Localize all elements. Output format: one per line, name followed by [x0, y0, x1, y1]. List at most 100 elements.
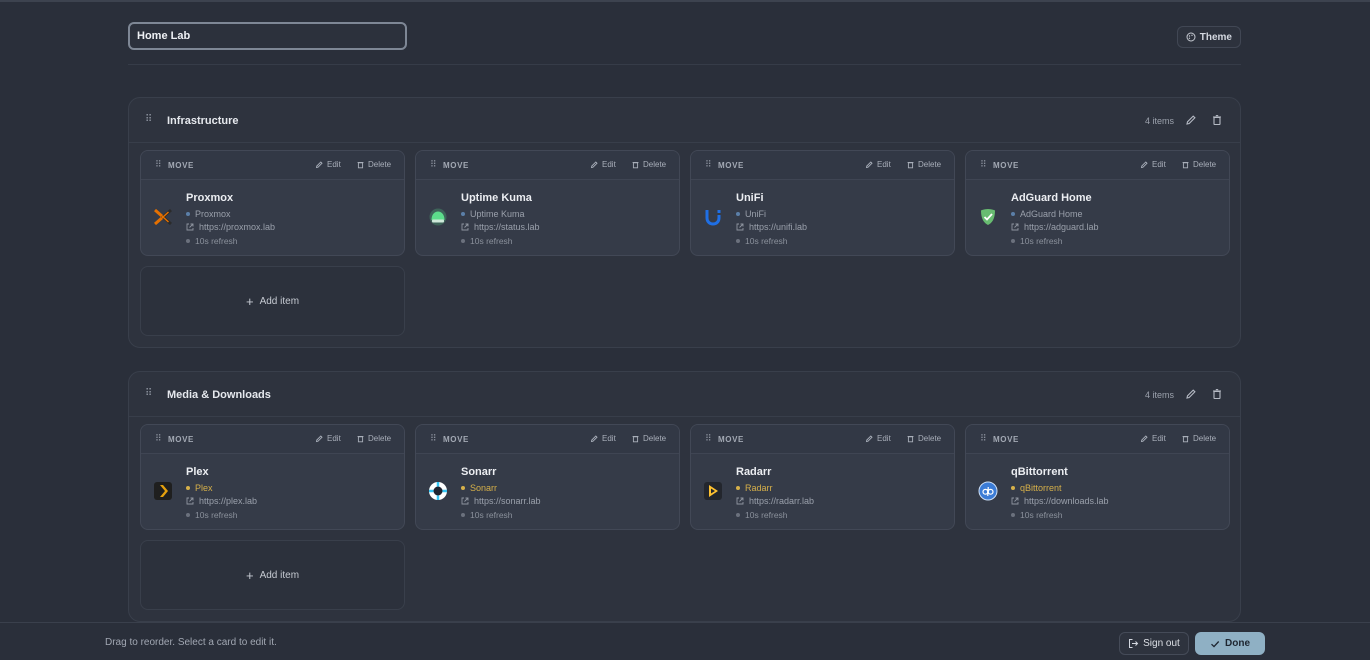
edit-section-icon[interactable] — [1184, 113, 1198, 127]
sign-out-button[interactable]: Sign out — [1119, 632, 1189, 655]
item-card-adguard-home[interactable]: ⠿ MOVE Edit Delete AdGuard Home AdGuard … — [965, 150, 1230, 256]
pencil-icon — [1140, 161, 1148, 169]
delete-button[interactable]: Delete — [631, 434, 666, 443]
type-dot-icon — [736, 212, 740, 216]
item-card-sonarr[interactable]: ⠿ MOVE Edit Delete Sonarr Sonarr https:/… — [415, 424, 680, 530]
item-name: Plex — [186, 466, 209, 478]
refresh-dot-icon — [736, 513, 740, 517]
item-url[interactable]: https://status.lab — [461, 222, 540, 232]
edit-button[interactable]: Edit — [590, 160, 616, 169]
item-name: Uptime Kuma — [461, 192, 532, 204]
item-type: Proxmox — [186, 209, 231, 219]
section-header: ⠿ Infrastructure 4 items — [129, 98, 1240, 143]
trash-icon — [357, 436, 364, 443]
delete-button[interactable]: Delete — [1181, 434, 1216, 443]
type-dot-icon — [186, 212, 190, 216]
item-url[interactable]: https://sonarr.lab — [461, 496, 541, 506]
drag-handle-icon[interactable]: ⠿ — [145, 389, 152, 399]
item-url[interactable]: https://proxmox.lab — [186, 222, 275, 232]
external-link-icon — [461, 223, 469, 231]
type-dot-icon — [186, 486, 190, 490]
edit-button[interactable]: Edit — [865, 434, 891, 443]
edit-button[interactable]: Edit — [1140, 434, 1166, 443]
unifi-icon — [705, 210, 721, 226]
theme-button[interactable]: Theme — [1176, 26, 1241, 48]
trash-icon — [632, 436, 639, 443]
edit-button[interactable]: Edit — [590, 434, 616, 443]
adguard-icon — [981, 209, 995, 225]
external-link-icon — [736, 223, 744, 231]
drag-handle-icon[interactable]: ⠿ — [430, 434, 437, 443]
pencil-icon — [865, 435, 873, 443]
refresh-dot-icon — [186, 513, 190, 517]
item-refresh: 10s refresh — [736, 510, 788, 520]
section-item-count: 4 items — [1144, 390, 1174, 400]
delete-section-icon[interactable] — [1210, 113, 1224, 127]
delete-button[interactable]: Delete — [356, 434, 391, 443]
add-item-button[interactable]: + Add item — [140, 266, 405, 336]
item-name: Radarr — [736, 466, 772, 478]
item-type: Radarr — [736, 483, 773, 493]
drag-handle-icon[interactable]: ⠿ — [155, 434, 162, 443]
trash-icon — [357, 162, 364, 169]
item-url[interactable]: https://radarr.lab — [736, 496, 814, 506]
item-url[interactable]: https://adguard.lab — [1011, 222, 1099, 232]
move-label: MOVE — [993, 161, 1019, 170]
delete-button[interactable]: Delete — [1181, 160, 1216, 169]
add-item-button[interactable]: + Add item — [140, 540, 405, 610]
drag-handle-icon[interactable]: ⠿ — [980, 434, 987, 443]
delete-section-icon[interactable] — [1210, 387, 1224, 401]
item-refresh: 10s refresh — [1011, 510, 1063, 520]
move-label: MOVE — [993, 435, 1019, 444]
proxmox-icon — [154, 208, 172, 226]
delete-button[interactable]: Delete — [631, 160, 666, 169]
drag-handle-icon[interactable]: ⠿ — [705, 434, 712, 443]
item-name: UniFi — [736, 192, 764, 204]
edit-button[interactable]: Edit — [315, 160, 341, 169]
section-header: ⠿ Media & Downloads 4 items — [129, 372, 1240, 417]
dashboard-title-input[interactable] — [128, 22, 407, 50]
drag-handle-icon[interactable]: ⠿ — [980, 160, 987, 169]
done-button[interactable]: Done — [1195, 632, 1265, 655]
item-url[interactable]: https://downloads.lab — [1011, 496, 1109, 506]
external-link-icon — [186, 223, 194, 231]
delete-button[interactable]: Delete — [356, 160, 391, 169]
delete-button[interactable]: Delete — [906, 434, 941, 443]
delete-button[interactable]: Delete — [906, 160, 941, 169]
item-card-proxmox[interactable]: ⠿ MOVE Edit Delete Proxmox Proxmox https… — [140, 150, 405, 256]
section-title: Infrastructure — [167, 115, 239, 127]
card-toolbar: ⠿ MOVE Edit Delete — [416, 151, 679, 180]
drag-handle-icon[interactable]: ⠿ — [155, 160, 162, 169]
item-refresh: 10s refresh — [461, 236, 513, 246]
palette-icon — [1186, 32, 1196, 42]
edit-button[interactable]: Edit — [865, 160, 891, 169]
item-url[interactable]: https://unifi.lab — [736, 222, 807, 232]
top-bar: Theme — [128, 22, 1241, 65]
theme-button-label: Theme — [1199, 31, 1232, 43]
drag-handle-icon[interactable]: ⠿ — [705, 160, 712, 169]
edit-section-icon[interactable] — [1184, 387, 1198, 401]
pencil-icon — [590, 161, 598, 169]
external-link-icon — [186, 497, 194, 505]
pencil-icon — [865, 161, 873, 169]
item-type: Sonarr — [461, 483, 497, 493]
refresh-dot-icon — [1011, 239, 1015, 243]
card-toolbar: ⠿ MOVE Edit Delete — [416, 425, 679, 454]
refresh-dot-icon — [736, 239, 740, 243]
item-card-plex[interactable]: ⠿ MOVE Edit Delete Plex Plex https://ple… — [140, 424, 405, 530]
item-card-uptime-kuma[interactable]: ⠿ MOVE Edit Delete Uptime Kuma Uptime Ku… — [415, 150, 680, 256]
drag-handle-icon[interactable]: ⠿ — [145, 115, 152, 125]
item-card-qbittorrent[interactable]: ⠿ MOVE Edit Delete qBittorrent qBittorre… — [965, 424, 1230, 530]
item-card-radarr[interactable]: ⠿ MOVE Edit Delete Radarr Radarr https:/… — [690, 424, 955, 530]
edit-button[interactable]: Edit — [315, 434, 341, 443]
drag-handle-icon[interactable]: ⠿ — [430, 160, 437, 169]
item-refresh: 10s refresh — [1011, 236, 1063, 246]
item-url[interactable]: https://plex.lab — [186, 496, 257, 506]
external-link-icon — [461, 497, 469, 505]
type-dot-icon — [736, 486, 740, 490]
pencil-icon — [315, 161, 323, 169]
item-card-unifi[interactable]: ⠿ MOVE Edit Delete UniFi UniFi https://u… — [690, 150, 955, 256]
card-toolbar: ⠿ MOVE Edit Delete — [691, 151, 954, 180]
edit-button[interactable]: Edit — [1140, 160, 1166, 169]
uptime-kuma-icon — [429, 208, 447, 226]
